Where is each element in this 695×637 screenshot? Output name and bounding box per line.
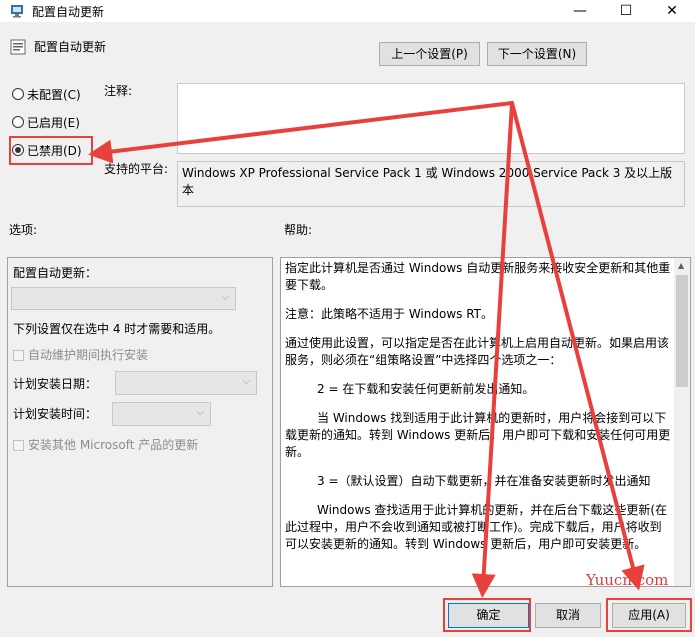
annotation-arrows [88,101,645,598]
watermark-text: Yuucn.com [586,571,669,589]
arrow-to-apply [510,101,645,591]
arrow-to-disabled [88,101,514,164]
arrow-to-ok [471,101,514,598]
